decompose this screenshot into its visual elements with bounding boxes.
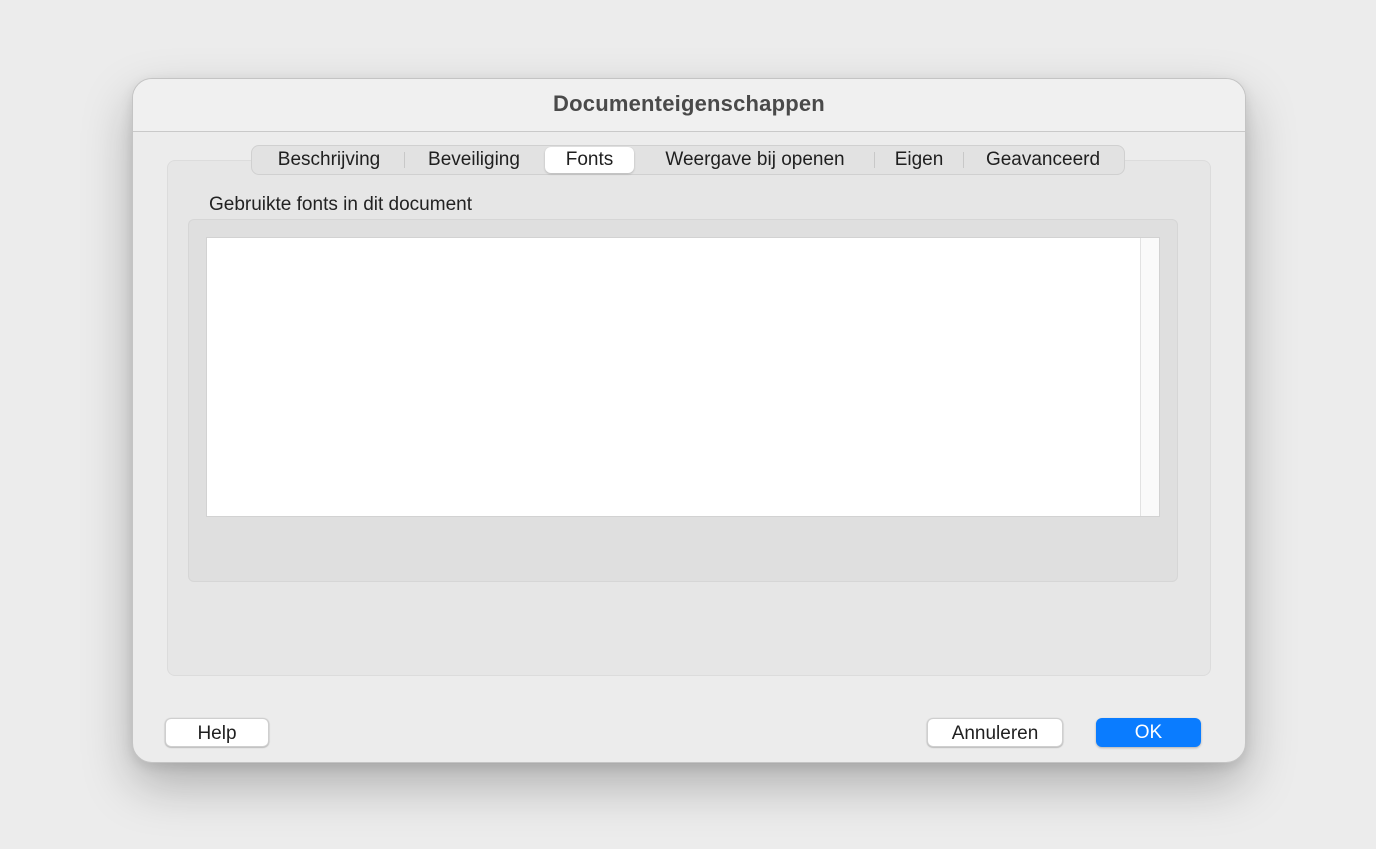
fonts-group-box	[188, 219, 1178, 582]
tab-weergave-bij-openen[interactable]: Weergave bij openen	[636, 147, 874, 173]
tab-geavanceerd[interactable]: Geavanceerd	[964, 147, 1122, 173]
fonts-list-scrollbar[interactable]	[1140, 238, 1159, 516]
title-bar: Documenteigenschappen	[133, 79, 1245, 132]
fonts-list[interactable]	[206, 237, 1160, 517]
fonts-group-label: Gebruikte fonts in dit document	[209, 194, 472, 215]
tab-beveiliging[interactable]: Beveiliging	[405, 147, 543, 173]
tab-beschrijving[interactable]: Beschrijving	[254, 147, 404, 173]
tab-panel: Gebruikte fonts in dit document	[167, 160, 1211, 676]
document-properties-dialog: Documenteigenschappen Gebruikte fonts in…	[132, 78, 1246, 763]
tab-fonts[interactable]: Fonts	[545, 147, 634, 173]
ok-button[interactable]: OK	[1096, 718, 1201, 747]
tab-eigen[interactable]: Eigen	[875, 147, 963, 173]
cancel-button[interactable]: Annuleren	[927, 718, 1063, 747]
dialog-title: Documenteigenschappen	[553, 91, 825, 116]
help-button[interactable]: Help	[165, 718, 269, 747]
tab-bar: Beschrijving Beveiliging Fonts Weergave …	[251, 145, 1125, 175]
